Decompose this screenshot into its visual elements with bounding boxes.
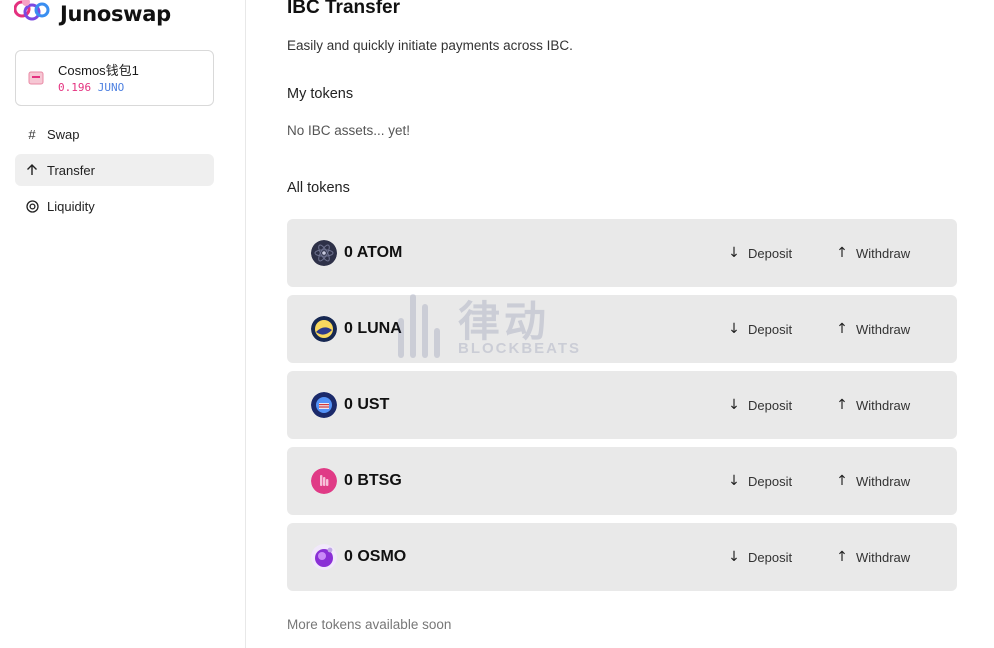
page-subtitle: Easily and quickly initiate payments acr… [287,38,573,53]
arrow-up-icon: ↑ [836,549,848,565]
wallet-balance: 0.196 JUNO [58,80,139,95]
atom-logo-icon [311,240,337,266]
sidebar-item-label: Transfer [47,162,95,178]
osmo-logo-icon [311,544,337,570]
token-name: 0 BTSG [344,472,402,489]
deposit-button[interactable]: ↓ Deposit [728,241,792,265]
token-name: 0 LUNA [344,320,402,337]
deposit-label: Deposit [748,473,793,489]
luna-logo-icon [311,316,337,342]
my-tokens-empty: No IBC assets... yet! [287,123,411,138]
token-name: 0 OSMO [344,548,407,565]
arrow-up-icon [25,163,39,177]
logo-text: Junoswap [60,2,171,26]
deposit-label: Deposit [748,245,793,261]
arrow-up-icon: ↑ [836,473,848,489]
withdraw-button[interactable]: ↑ Withdraw [836,393,910,417]
sidebar-item-liquidity[interactable]: Liquidity [15,190,214,222]
wallet-name: Cosmos钱包1 [58,62,139,78]
wallet-info: Cosmos钱包1 0.196 JUNO [58,62,139,95]
deposit-button[interactable]: ↓ Deposit [728,545,792,569]
deposit-button[interactable]: ↓ Deposit [728,317,792,341]
sidebar-item-transfer[interactable]: Transfer [15,154,214,186]
deposit-label: Deposit [748,397,793,413]
sidebar-nav: # Swap Transfer Liquidity [15,118,214,226]
junoswap-logo-icon [14,0,50,21]
deposit-button[interactable]: ↓ Deposit [728,469,792,493]
token-list: 0 ATOM ↓ Deposit ↑ Withdraw 0 LUNA ↓ Deposi… [287,219,957,599]
arrow-up-icon: ↑ [836,245,848,261]
withdraw-label: Withdraw [856,549,911,565]
withdraw-label: Withdraw [856,245,911,261]
ust-logo-icon [311,392,337,418]
token-row-luna: 0 LUNA ↓ Deposit ↑ Withdraw [287,295,957,363]
withdraw-label: Withdraw [856,397,911,413]
withdraw-button[interactable]: ↑ Withdraw [836,317,910,341]
btsg-logo-icon [311,468,337,494]
sidebar: Junoswap Cosmos钱包1 0.196 JUNO # Swap Tra… [0,0,246,648]
arrow-down-icon: ↓ [728,321,740,337]
token-row-btsg: 0 BTSG ↓ Deposit ↑ Withdraw [287,447,957,515]
deposit-label: Deposit [748,321,793,337]
page-title: IBC Transfer [287,0,400,18]
sidebar-item-label: Swap [47,126,80,142]
withdraw-button[interactable]: ↑ Withdraw [836,545,910,569]
sidebar-item-swap[interactable]: # Swap [15,118,214,150]
arrow-down-icon: ↓ [728,549,740,565]
wallet-balance-unit: JUNO [97,80,125,94]
withdraw-label: Withdraw [856,473,911,489]
deposit-button[interactable]: ↓ Deposit [728,393,792,417]
arrow-down-icon: ↓ [728,245,740,261]
token-row-osmo: 0 OSMO ↓ Deposit ↑ Withdraw [287,523,957,591]
more-tokens-note: More tokens available soon [287,617,452,632]
token-name: 0 ATOM [344,244,403,261]
wallet-balance-amount: 0.196 [58,80,92,94]
withdraw-button[interactable]: ↑ Withdraw [836,241,910,265]
arrow-down-icon: ↓ [728,473,740,489]
wallet-icon [28,71,44,85]
sidebar-item-label: Liquidity [47,198,95,214]
arrow-up-icon: ↑ [836,397,848,413]
wallet-card[interactable]: Cosmos钱包1 0.196 JUNO [15,50,214,106]
withdraw-label: Withdraw [856,321,911,337]
token-name: 0 UST [344,396,390,413]
all-tokens-heading: All tokens [287,180,350,196]
token-row-atom: 0 ATOM ↓ Deposit ↑ Withdraw [287,219,957,287]
withdraw-button[interactable]: ↑ Withdraw [836,469,910,493]
my-tokens-heading: My tokens [287,86,354,102]
target-icon [25,199,39,213]
hash-icon: # [28,126,36,142]
deposit-label: Deposit [748,549,793,565]
arrow-up-icon: ↑ [836,321,848,337]
token-row-ust: 0 UST ↓ Deposit ↑ Withdraw [287,371,957,439]
app-logo[interactable]: Junoswap [14,0,171,28]
arrow-down-icon: ↓ [728,397,740,413]
